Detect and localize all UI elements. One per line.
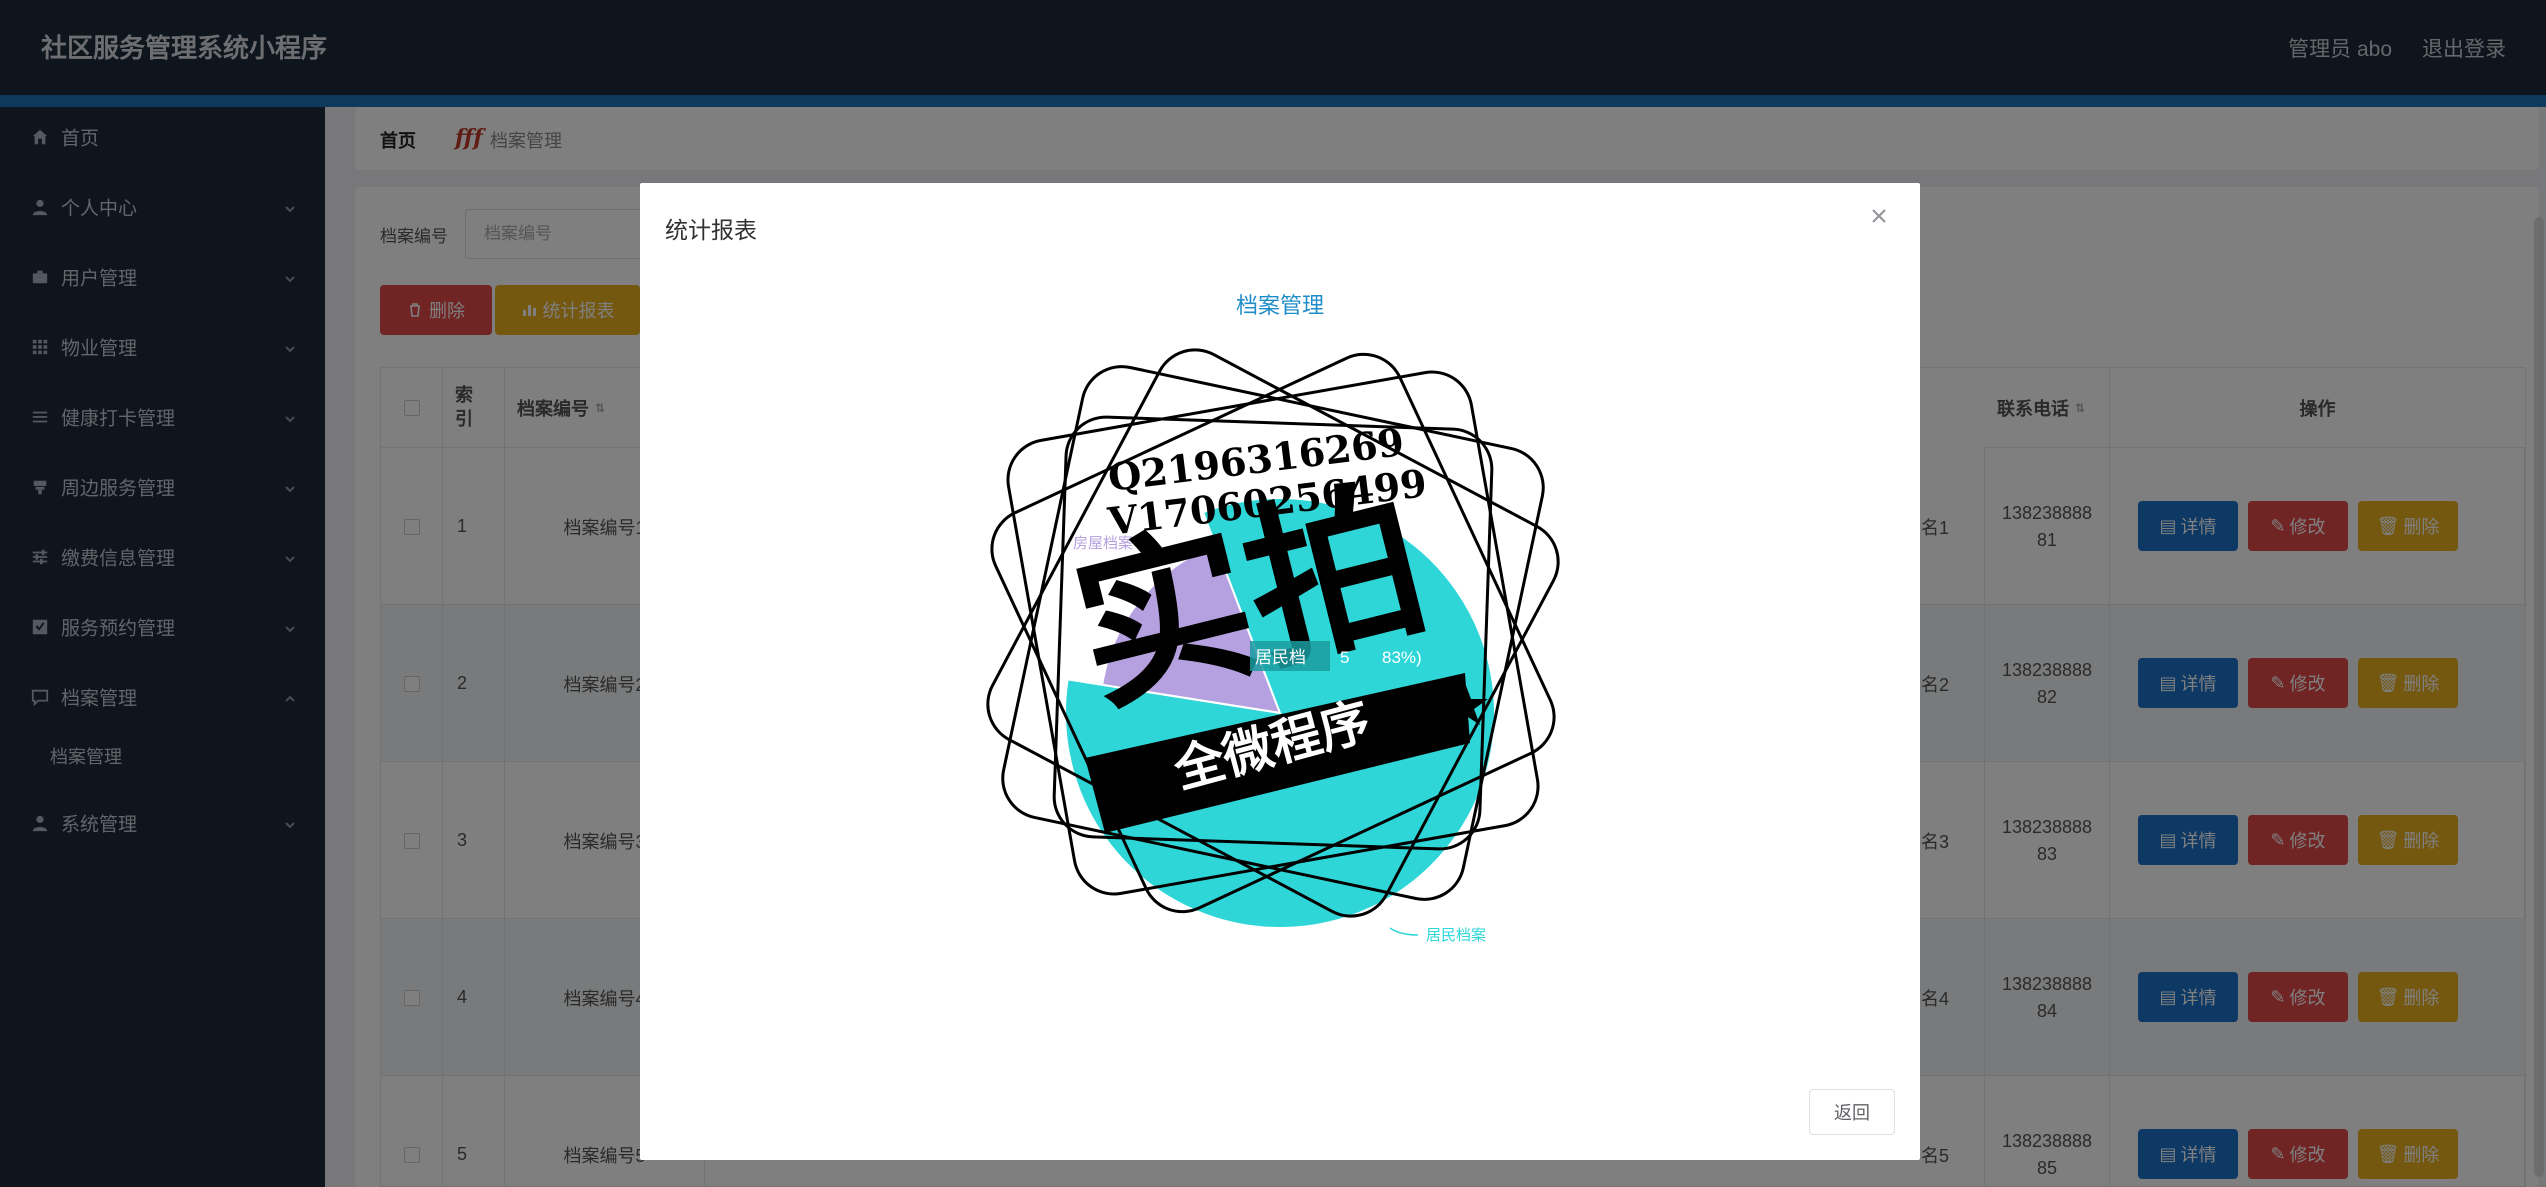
stats-modal: 统计报表 档案管理 居民档案 房屋档案 Q2196316269 V1706025… — [640, 183, 1920, 1160]
pie-label-percent: 83%) — [1382, 648, 1422, 667]
leader-line-resident — [1389, 927, 1419, 936]
pie-chart: 居民档案 房屋档案 Q2196316269 V17060256499 实拍 全微… — [986, 348, 1560, 944]
back-button[interactable]: 返回 — [1809, 1089, 1895, 1135]
outer-label-resident: 居民档案 — [1426, 926, 1486, 944]
pie-label-value: 5 — [1340, 648, 1349, 667]
pie-label-name: 居民档 — [1255, 648, 1306, 667]
